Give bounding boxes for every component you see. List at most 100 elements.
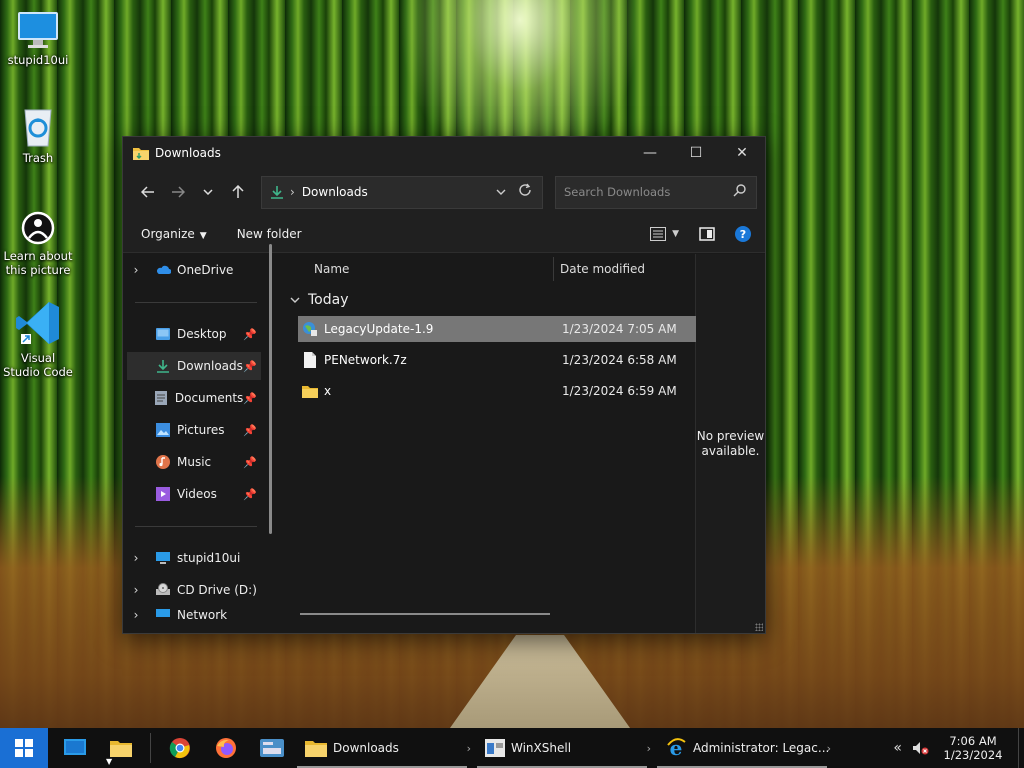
nav-item-cd-drive[interactable]: › CD Drive (D:) — [127, 576, 261, 604]
organize-button[interactable]: Organize ▼ — [141, 227, 207, 241]
desktop-icon-trash[interactable]: Trash — [1, 104, 75, 165]
desktop-icon-this-pc[interactable]: stupid10ui — [1, 10, 75, 67]
file-date: 1/23/2024 6:58 AM — [562, 353, 677, 367]
computer-icon — [18, 12, 58, 48]
volume-muted-icon[interactable] — [912, 741, 930, 755]
taskbar-show-desktop-app[interactable] — [52, 728, 98, 768]
nav-item-pictures[interactable]: Pictures 📌 — [127, 416, 261, 444]
nav-label: Network — [177, 608, 228, 622]
nav-divider — [135, 526, 257, 527]
taskbar-chrome[interactable] — [157, 728, 203, 768]
clock[interactable]: 7:06 AM 1/23/2024 — [934, 734, 1012, 762]
back-button[interactable] — [133, 177, 163, 207]
taskbar-keyboard-app[interactable] — [249, 728, 295, 768]
expand-chevron-icon[interactable]: › — [127, 583, 145, 597]
caret-down-icon: ▼ — [672, 228, 679, 239]
search-input[interactable]: Search Downloads — [555, 175, 757, 209]
taskbar-task-winxshell[interactable]: WinXShell › — [477, 728, 657, 768]
desktop-icon-label: Trash — [22, 151, 54, 165]
group-header-today[interactable]: Today — [282, 286, 695, 314]
help-button[interactable]: ? — [735, 225, 751, 242]
window-title: Downloads — [155, 146, 221, 160]
documents-icon — [154, 391, 169, 405]
windows-logo-icon — [15, 739, 33, 757]
preview-pane: No preview available. — [695, 254, 765, 633]
minimize-button[interactable]: — — [627, 137, 673, 169]
recent-locations-button[interactable] — [193, 177, 223, 207]
close-button[interactable]: ✕ — [719, 137, 765, 169]
download-icon — [155, 359, 171, 373]
nav-item-network[interactable]: › Network — [127, 608, 261, 622]
address-dropdown-icon[interactable] — [496, 187, 506, 198]
nav-item-onedrive[interactable]: › OneDrive — [127, 256, 261, 284]
learn-about-picture-icon — [21, 211, 55, 245]
pin-icon[interactable]: 📌 — [243, 424, 257, 437]
nav-item-downloads[interactable]: Downloads 📌 — [127, 352, 261, 380]
taskbar-firefox[interactable] — [203, 728, 249, 768]
view-options-button[interactable]: ▼ — [650, 226, 679, 241]
chevron-down-icon — [203, 189, 213, 195]
nav-item-videos[interactable]: Videos 📌 — [127, 480, 261, 508]
expand-chevron-icon[interactable]: › — [127, 551, 145, 565]
organize-label: Organize — [141, 226, 195, 241]
taskbar-file-explorer[interactable]: ▼ — [98, 728, 144, 768]
refresh-icon[interactable] — [518, 183, 532, 201]
taskbar-task-downloads[interactable]: Downloads › — [297, 728, 477, 768]
folder-icon — [302, 383, 318, 399]
chrome-icon — [169, 738, 190, 759]
maximize-button[interactable]: ☐ — [673, 137, 719, 169]
title-bar[interactable]: Downloads — ☐ ✕ — [123, 137, 765, 169]
group-label: Today — [308, 292, 349, 308]
nav-item-documents[interactable]: Documents 📌 — [127, 384, 261, 412]
nav-item-music[interactable]: Music 📌 — [127, 448, 261, 476]
cd-drive-icon — [155, 583, 171, 597]
task-label: Downloads — [333, 741, 399, 755]
nav-label: Videos — [177, 487, 217, 501]
column-header-date-modified[interactable]: Date modified — [554, 262, 645, 276]
show-desktop-button[interactable] — [1018, 728, 1024, 768]
taskbar-task-administrator[interactable]: e Administrator: Legac... › — [657, 728, 837, 768]
expand-chevron-icon[interactable]: › — [127, 608, 145, 622]
nav-item-this-pc[interactable]: › stupid10ui — [127, 544, 261, 572]
navigation-pane[interactable]: › OneDrive Desktop 📌 Downloads 📌 Documen… — [123, 244, 281, 633]
file-list[interactable]: Name Date modified Today LegacyUpdate-1.… — [281, 254, 696, 633]
clock-date: 1/23/2024 — [943, 748, 1003, 762]
file-row[interactable]: LegacyUpdate-1.9 1/23/2024 7:05 AM — [298, 316, 696, 342]
horizontal-scrollbar[interactable] — [300, 613, 550, 615]
nav-item-desktop[interactable]: Desktop 📌 — [127, 320, 261, 348]
file-row[interactable]: x 1/23/2024 6:59 AM — [298, 378, 696, 404]
caret-down-icon: ▼ — [199, 230, 207, 241]
pin-icon[interactable]: 📌 — [243, 360, 257, 373]
pin-icon[interactable]: 📌 — [243, 456, 257, 469]
arrow-right-icon — [172, 186, 185, 198]
installer-globe-icon — [302, 321, 318, 337]
desktop-icon-learn-about[interactable]: Learn about this picture — [1, 210, 75, 277]
file-row[interactable]: PENetwork.7z 1/23/2024 6:58 AM — [298, 347, 696, 373]
task-label: WinXShell — [511, 741, 572, 755]
pin-icon[interactable]: 📌 — [243, 488, 257, 501]
task-label: Administrator: Legac... — [693, 741, 830, 755]
explorer-window[interactable]: Downloads — ☐ ✕ › Downloads Search Downl… — [122, 136, 766, 634]
preview-pane-icon — [699, 226, 715, 241]
file-date: 1/23/2024 6:59 AM — [562, 384, 677, 398]
start-button[interactable] — [0, 728, 48, 768]
address-bar[interactable]: › Downloads — [261, 175, 543, 209]
up-button[interactable] — [223, 177, 253, 207]
show-hidden-icons-chevron-icon[interactable]: « — [893, 740, 902, 756]
pin-icon[interactable]: 📌 — [243, 392, 257, 405]
breadcrumb-downloads[interactable]: Downloads — [302, 185, 368, 199]
column-header-name[interactable]: Name — [282, 257, 554, 281]
pin-icon[interactable]: 📌 — [243, 328, 257, 341]
resize-grip[interactable] — [755, 623, 763, 631]
nav-scrollbar[interactable] — [269, 244, 272, 534]
nav-label: Documents — [174, 391, 244, 405]
file-name: LegacyUpdate-1.9 — [324, 322, 434, 336]
firefox-icon — [216, 738, 236, 758]
arrow-up-icon — [232, 185, 244, 198]
expand-chevron-icon[interactable]: › — [127, 263, 145, 277]
preview-pane-button[interactable] — [699, 226, 715, 241]
nav-label: Desktop — [177, 327, 227, 341]
desktop-icon-vscode[interactable]: Visual Studio Code — [1, 298, 75, 379]
new-folder-button[interactable]: New folder — [237, 227, 302, 241]
forward-button[interactable] — [163, 177, 193, 207]
